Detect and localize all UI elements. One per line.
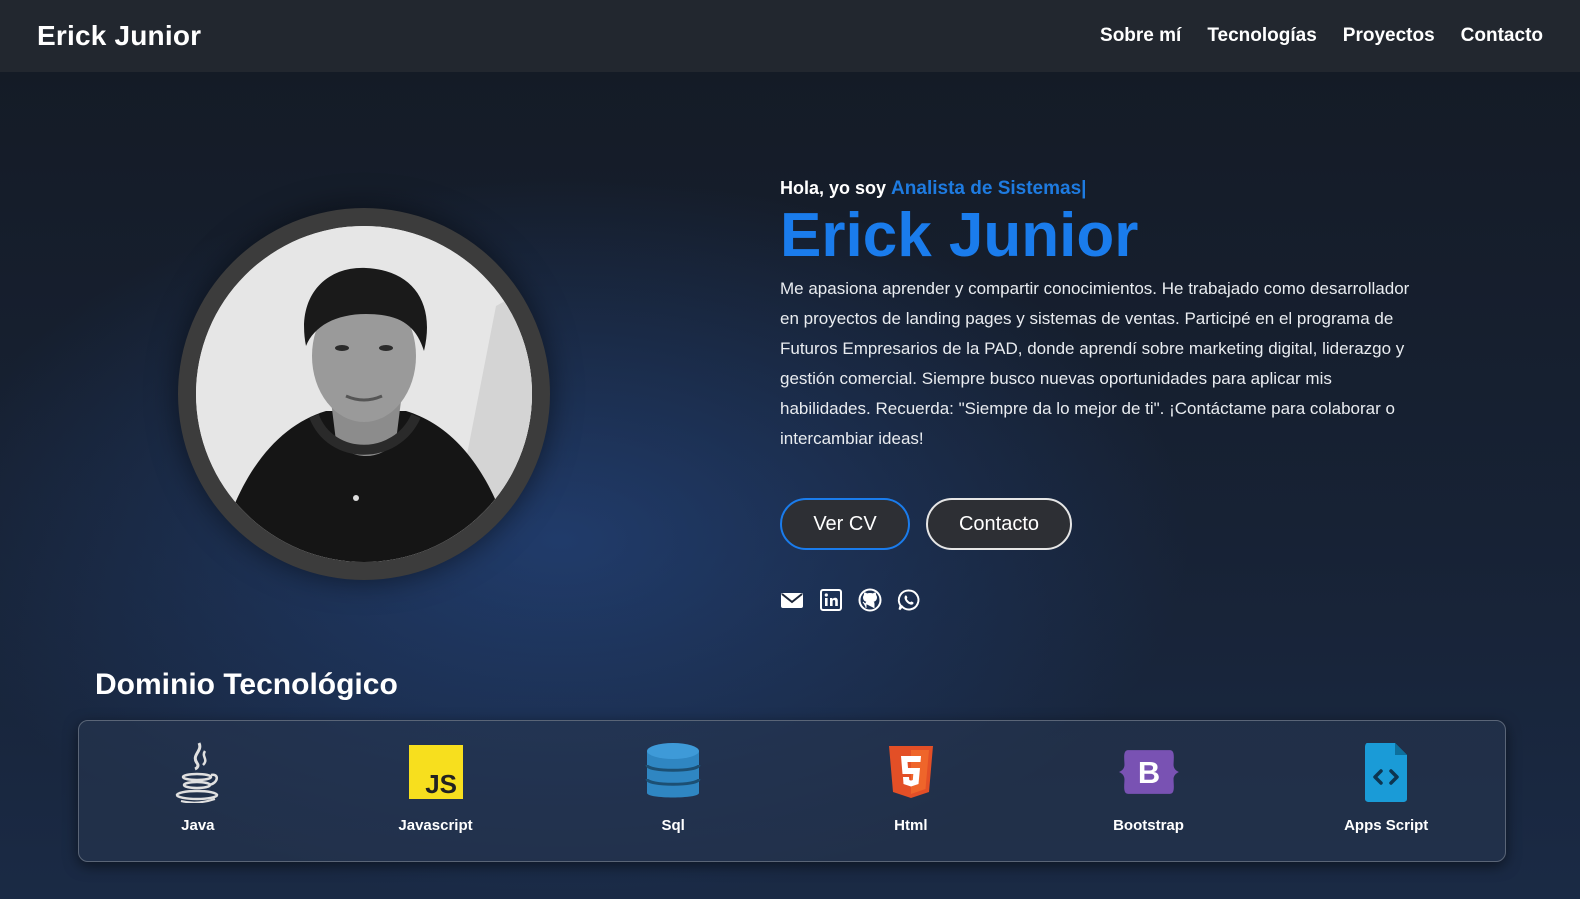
database-icon [643,741,703,803]
whatsapp-icon[interactable] [897,588,921,612]
envelope-icon[interactable] [780,588,804,612]
tech-panel: Java JS Javascript Sql Html B Bootstrap … [78,720,1506,862]
brand-logo[interactable]: Erick Junior [37,20,201,52]
navbar: Erick Junior Sobre mí Tecnologías Proyec… [0,0,1580,72]
nav-link-proyectos[interactable]: Proyectos [1343,25,1435,47]
tech-section-title: Dominio Tecnológico [95,668,398,701]
view-cv-button[interactable]: Ver CV [780,498,910,550]
svg-text:JS: JS [425,769,457,799]
greeting: Hola, yo soy Analista de Sistemas| [780,178,1420,200]
tech-label: Java [181,817,215,834]
nav-links: Sobre mí Tecnologías Proyectos Contacto [1100,25,1543,47]
tech-item-bootstrap: B Bootstrap [1030,721,1268,861]
nav-link-contacto[interactable]: Contacto [1461,25,1543,47]
tech-item-apps-script: Apps Script [1267,721,1505,861]
tech-label: Javascript [398,817,473,834]
java-icon [168,741,228,803]
nav-link-tecnologias[interactable]: Tecnologías [1207,25,1316,47]
svg-text:B: B [1137,755,1159,790]
nav-link-sobre-mi[interactable]: Sobre mí [1100,25,1181,47]
about-text: Me apasiona aprender y compartir conocim… [780,279,1410,448]
apps-script-icon [1356,741,1416,803]
profile-photo-frame [178,208,550,580]
tech-label: Apps Script [1344,817,1429,834]
bootstrap-icon: B [1118,741,1179,803]
tech-item-sql: Sql [554,721,792,861]
github-icon[interactable] [858,588,882,612]
greeting-text: Hola, yo soy [780,178,887,198]
tech-item-javascript: JS Javascript [317,721,555,861]
javascript-icon: JS [406,741,466,803]
profile-photo [196,226,532,562]
linkedin-icon[interactable] [819,588,843,612]
tech-label: Bootstrap [1113,817,1184,834]
html5-icon [881,741,941,803]
tech-label: Html [894,817,928,834]
tech-item-java: Java [79,721,317,861]
hero-buttons: Ver CV Contacto [780,498,1420,550]
hero-name: Erick Junior [780,201,1139,270]
hero-section: Hola, yo soy Analista de Sistemas| Erick… [780,178,1420,612]
tech-item-html: Html [792,721,1030,861]
contact-button[interactable]: Contacto [926,498,1072,550]
social-links [780,588,1420,612]
role-typewriter: Analista de Sistemas| [891,178,1087,199]
tech-label: Sql [661,817,685,834]
